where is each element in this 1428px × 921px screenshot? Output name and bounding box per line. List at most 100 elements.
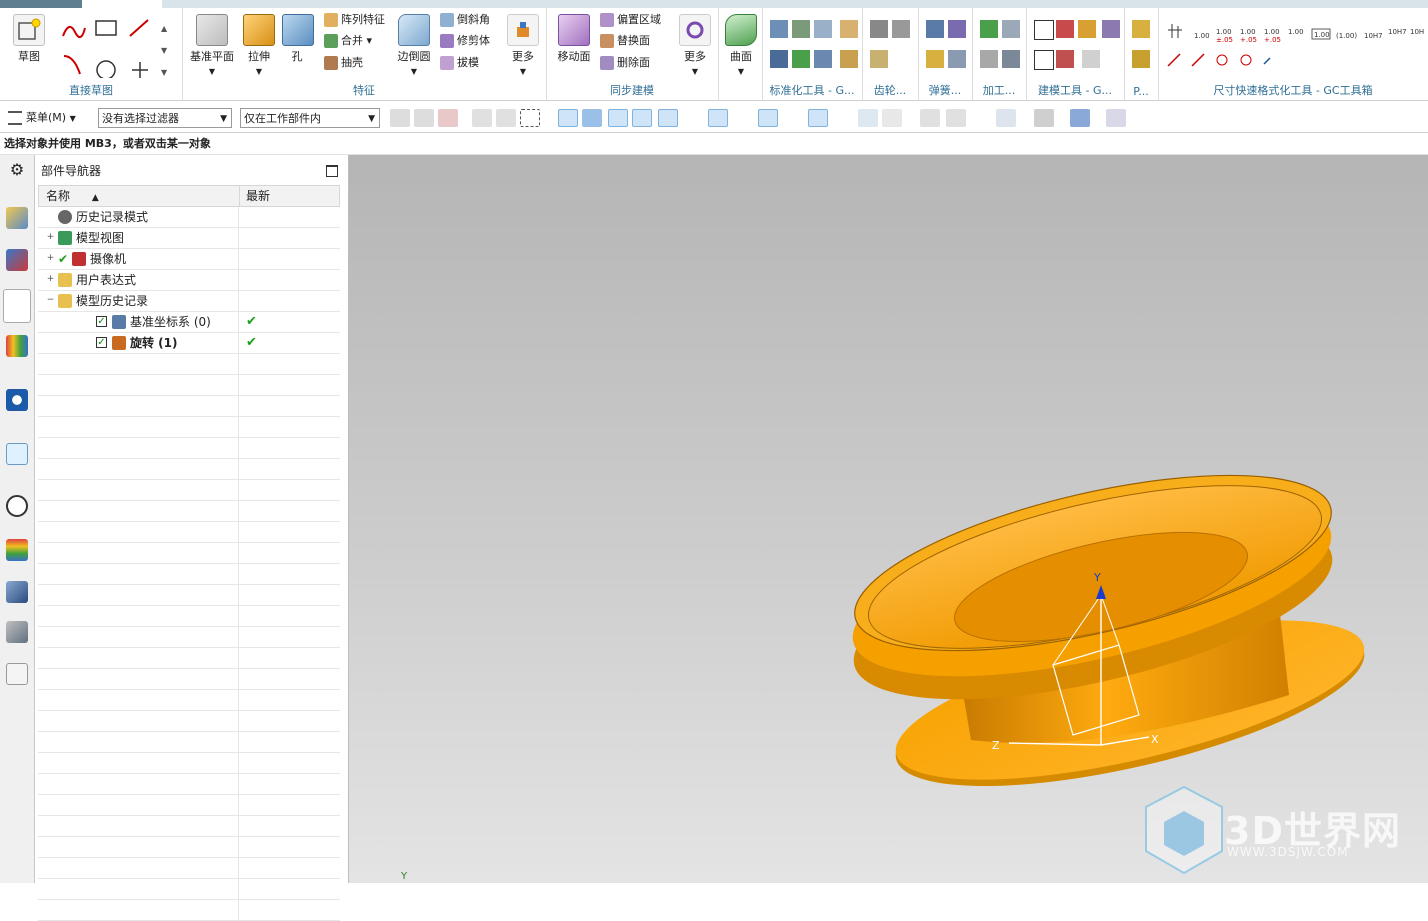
grid-tool-icon[interactable] xyxy=(882,109,902,127)
spring-tool-icon-4[interactable] xyxy=(948,50,966,68)
standard-tool-icon-5[interactable] xyxy=(770,50,788,68)
zoom-icon[interactable] xyxy=(946,109,966,127)
fit-view-icon[interactable] xyxy=(920,109,940,127)
part-navigator-icon[interactable] xyxy=(3,289,31,323)
modeling-tool-icon-7[interactable] xyxy=(1082,50,1100,68)
web-browser-icon[interactable] xyxy=(6,443,28,465)
tree-row[interactable]: ✓ 基准坐标系 (0) ✔ xyxy=(38,312,340,333)
standard-tool-icon-4[interactable] xyxy=(840,20,858,38)
standard-tool-icon-3[interactable] xyxy=(814,20,832,38)
datum-plane-button[interactable]: 基准平面 ▼ xyxy=(188,14,236,77)
chamfer-button[interactable]: 倒斜角 xyxy=(440,11,490,29)
constraint-navigator-icon[interactable] xyxy=(6,249,28,271)
tree-row[interactable]: + 模型视图 xyxy=(38,228,340,249)
expand-toggle-icon[interactable]: + xyxy=(46,233,55,242)
modeling-tool-icon-3[interactable] xyxy=(1078,20,1096,38)
select-edge-icon[interactable] xyxy=(658,109,678,127)
gear-tool-icon-1[interactable] xyxy=(870,20,888,38)
box-select-icon[interactable] xyxy=(520,109,540,127)
clock-icon[interactable] xyxy=(6,495,28,517)
select-curve-icon[interactable] xyxy=(632,109,652,127)
modeling-tool-icon-5[interactable] xyxy=(1034,50,1054,70)
machining-tool-icon-3[interactable] xyxy=(980,50,998,68)
feature-more-button[interactable]: 更多 ▼ xyxy=(504,14,542,77)
cross-snap-icon[interactable] xyxy=(808,109,828,127)
select-faces-icon[interactable] xyxy=(558,109,578,127)
hole-button[interactable]: 孔 xyxy=(282,14,314,64)
edge-blend-button[interactable]: 边倒圆 ▼ xyxy=(394,14,434,77)
gear-tool-icon-3[interactable] xyxy=(870,50,888,68)
render-style-icon[interactable] xyxy=(1034,109,1054,127)
machining-tool-icon-1[interactable] xyxy=(980,20,998,38)
tree-row[interactable]: + 用户表达式 xyxy=(38,270,340,291)
tree-row[interactable]: ✓ 旋转 (1) ✔ xyxy=(38,333,340,354)
home-tab[interactable] xyxy=(82,0,162,8)
modeling-tool-icon-6[interactable] xyxy=(1056,50,1074,68)
machining-tool-icon-2[interactable] xyxy=(1002,20,1020,38)
triangle-tool-icon[interactable] xyxy=(1034,20,1054,40)
reuse-library-icon[interactable] xyxy=(6,335,28,357)
unite-button[interactable]: 合并 ▾ xyxy=(324,32,372,50)
offset-region-button[interactable]: 偏置区域 xyxy=(600,11,661,29)
hide-show-icon[interactable] xyxy=(1106,109,1126,127)
snap-tool-icon-4[interactable] xyxy=(472,109,492,127)
spring-tool-icon-2[interactable] xyxy=(948,20,966,38)
info-icon[interactable] xyxy=(6,389,28,411)
select-body-icon[interactable] xyxy=(582,109,602,127)
snap-tool-icon-5[interactable] xyxy=(496,109,516,127)
system-scene-icon[interactable] xyxy=(6,663,28,685)
expand-toggle-icon[interactable]: − xyxy=(46,296,55,305)
modeling-tool-icon-4[interactable] xyxy=(1102,20,1120,38)
graphics-viewport[interactable]: Y X Z 3D世界网 WWW.3DSJW.COM Y xyxy=(349,155,1428,883)
visibility-checkbox[interactable]: ✓ xyxy=(96,337,107,348)
expand-toggle-icon[interactable]: + xyxy=(46,275,55,284)
line-snap-icon[interactable] xyxy=(832,109,852,127)
sync-more-button[interactable]: 更多 ▼ xyxy=(676,14,714,77)
dimension-format-icons[interactable]: 1.00 1.00±.05 1.00+.05 1.00+.05 1.00 1.00… xyxy=(1164,16,1424,76)
standard-tool-icon-8[interactable] xyxy=(840,50,858,68)
delete-face-button[interactable]: 删除面 xyxy=(600,54,650,72)
shell-button[interactable]: 抽壳 xyxy=(324,54,363,72)
move-face-button[interactable]: 移动面 xyxy=(554,14,594,64)
visibility-checkbox[interactable]: ✓ xyxy=(96,316,107,327)
palette-icon[interactable] xyxy=(6,539,28,561)
tree-row[interactable]: 历史记录模式 xyxy=(38,207,340,228)
surface-button[interactable]: 曲面 ▼ xyxy=(724,14,758,77)
latest-column-header[interactable]: 最新 xyxy=(246,186,270,206)
tree-row[interactable]: − 模型历史记录 xyxy=(38,291,340,312)
expand-toggle-icon[interactable]: + xyxy=(46,254,55,263)
name-column-header[interactable]: 名称 ▲ xyxy=(46,186,99,208)
maximize-icon[interactable] xyxy=(326,165,338,177)
type-filter-dropdown[interactable]: 没有选择过滤器 ▼ xyxy=(98,108,232,128)
sketch-button[interactable]: 草图 xyxy=(8,14,50,64)
p-tool-icon-2[interactable] xyxy=(1132,50,1150,68)
revolved-part-model[interactable]: Y X Z xyxy=(349,155,1428,883)
sketch-curve-tools[interactable] xyxy=(60,16,160,78)
replace-face-button[interactable]: 替换面 xyxy=(600,32,650,50)
machining-tool-icon-4[interactable] xyxy=(1002,50,1020,68)
assembly-navigator-icon[interactable] xyxy=(6,207,28,229)
role-icon[interactable] xyxy=(6,621,28,643)
standard-tool-icon-2[interactable] xyxy=(792,20,810,38)
gear-icon[interactable]: ⚙ xyxy=(6,159,28,181)
intersect-icon[interactable] xyxy=(732,109,752,127)
snap-tool-icon-3[interactable] xyxy=(438,109,458,127)
standard-tool-icon-7[interactable] xyxy=(814,50,832,68)
snap-tool-icon-1[interactable] xyxy=(390,109,410,127)
file-tab[interactable] xyxy=(0,0,82,8)
extrude-button[interactable]: 拉伸 ▼ xyxy=(240,14,278,77)
spring-tool-icon-3[interactable] xyxy=(926,50,944,68)
orient-view-icon[interactable] xyxy=(996,109,1016,127)
process-studio-icon[interactable] xyxy=(6,581,28,603)
pattern-feature-button[interactable]: 阵列特征 xyxy=(324,11,385,29)
circle-snap-icon[interactable] xyxy=(782,109,802,127)
view-tool-icon[interactable] xyxy=(858,109,878,127)
trim-body-button[interactable]: 修剪体 xyxy=(440,32,490,50)
selection-scope-dropdown[interactable]: 仅在工作部件内 ▼ xyxy=(240,108,380,128)
snap-tool-icon-2[interactable] xyxy=(414,109,434,127)
spring-tool-icon-1[interactable] xyxy=(926,20,944,38)
spline-icon[interactable] xyxy=(708,109,728,127)
display-icon[interactable] xyxy=(1070,109,1090,127)
tree-row[interactable]: + ✔ 摄像机 xyxy=(38,249,340,270)
select-feature-icon[interactable] xyxy=(608,109,628,127)
